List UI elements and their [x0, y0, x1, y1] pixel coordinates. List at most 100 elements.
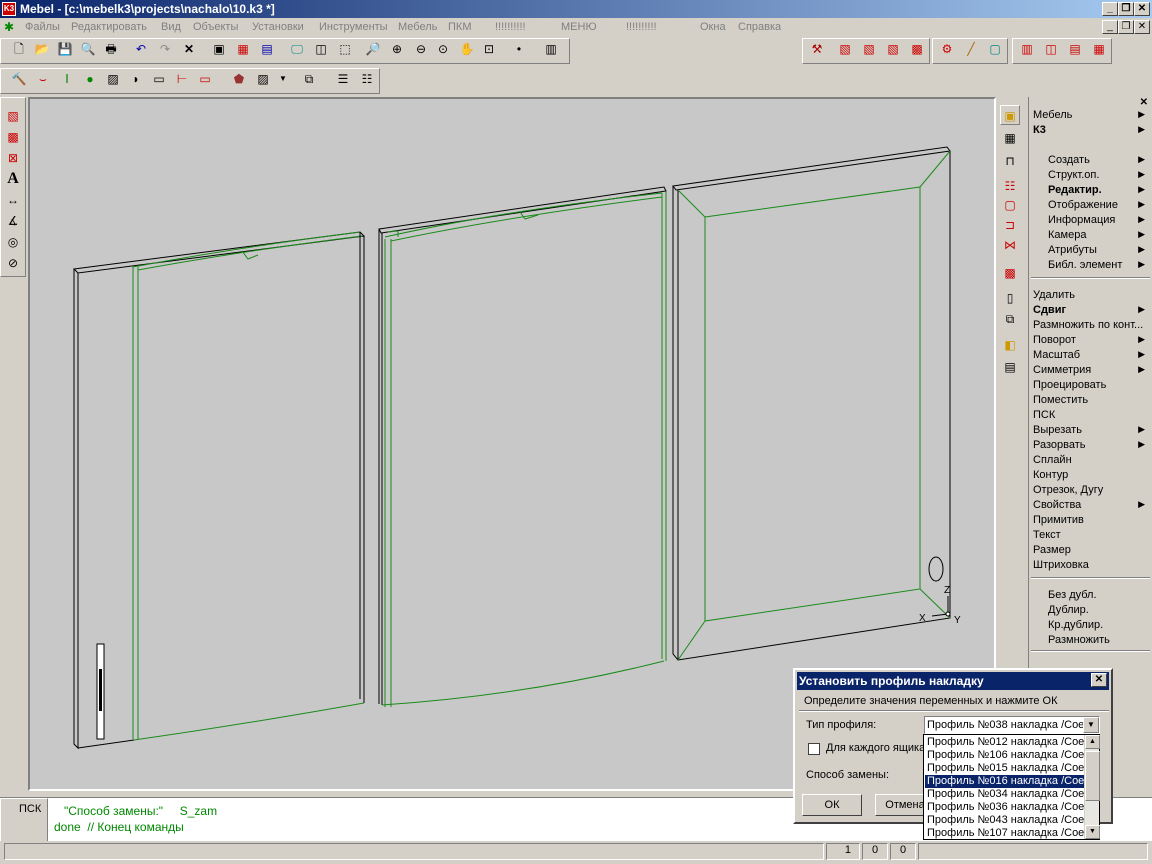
monitor-icon[interactable]: 🖵 — [287, 39, 307, 59]
dropdown-option[interactable]: Профиль №036 накладка /Сое — [925, 801, 1085, 814]
dropdown-arrow-icon[interactable]: ▼ — [1083, 717, 1099, 733]
panel-close-icon[interactable]: ✕ — [1140, 97, 1148, 108]
panel-item[interactable]: Проецировать — [1033, 379, 1149, 391]
linear-dimension-icon[interactable]: ↔ — [3, 190, 23, 210]
redo-icon[interactable]: ↷ — [155, 39, 175, 59]
panel-item[interactable]: Вырезать ▶ — [1033, 424, 1149, 436]
scroll-down-icon[interactable]: ▼ — [1085, 825, 1100, 839]
snap-icon-5[interactable]: ▢ — [1000, 195, 1020, 215]
ruler-icon[interactable]: ╱ — [961, 39, 981, 59]
zoom-window-icon[interactable]: 🔎 — [363, 39, 383, 59]
menu-help[interactable]: Справка — [738, 21, 781, 33]
radius-dimension-icon[interactable]: ◎ — [3, 232, 23, 252]
snap-icon-11[interactable]: ◧ — [1000, 335, 1020, 355]
panel-item[interactable]: Информация ▶ — [1048, 214, 1149, 226]
zoom-previous-icon[interactable]: ⊡ — [479, 39, 499, 59]
panel-edit-icon[interactable]: ▧ — [835, 39, 855, 59]
menu-files[interactable]: Файлы — [25, 21, 60, 33]
column-icon[interactable]: Ⅰ — [57, 69, 77, 89]
menu-excl-2[interactable]: !!!!!!!!!! — [626, 21, 657, 33]
menu-pkm[interactable]: ПКМ — [448, 21, 471, 33]
zoom-out-icon[interactable]: ⊖ — [411, 39, 431, 59]
menu-menu[interactable]: МЕНЮ — [561, 21, 597, 33]
menu-view[interactable]: Вид — [161, 21, 181, 33]
cabinet-icon-3[interactable]: ▤ — [1065, 39, 1085, 59]
dropdown-option[interactable]: Профиль №043 накладка /Сое — [925, 814, 1085, 827]
box-view-icon[interactable]: ◫ — [311, 39, 331, 59]
panel-item[interactable]: Создать ▶ — [1048, 154, 1149, 166]
cube-icon[interactable]: ⬚ — [335, 39, 355, 59]
minimize-button[interactable]: _ — [1102, 2, 1118, 16]
hatch-box-icon[interactable]: ▨ — [103, 69, 123, 89]
menu-furniture[interactable]: Мебель — [398, 21, 437, 33]
menu-excl-1[interactable]: !!!!!!!!!! — [495, 21, 526, 33]
insert-frame-icon[interactable]: ▩ — [3, 127, 23, 147]
panel-item[interactable]: Редактир. ▶ — [1048, 184, 1149, 196]
doc-restore-button[interactable]: ❐ — [1118, 20, 1134, 34]
zoom-all-icon[interactable]: ⊙ — [433, 39, 453, 59]
save-icon[interactable]: 💾 — [55, 39, 75, 59]
snap-icon-6[interactable]: ⊐ — [1000, 215, 1020, 235]
profile-rounded-icon[interactable]: ▭ — [149, 69, 169, 89]
edge-band-icon[interactable]: ▭ — [195, 69, 215, 89]
print-preview-icon[interactable]: 🔍 — [78, 39, 98, 59]
panel-item[interactable]: Отрезок, Дугу — [1033, 484, 1149, 496]
cabinet-icon-2[interactable]: ◫ — [1041, 39, 1061, 59]
point-icon[interactable]: • — [509, 39, 529, 59]
texture-dropdown-arrow[interactable]: ▼ — [273, 69, 293, 89]
panel-item[interactable]: Штриховка — [1033, 559, 1149, 571]
panel-item[interactable]: Поместить — [1033, 394, 1149, 406]
panel-move-icon[interactable]: ▧ — [883, 39, 903, 59]
snap-icon-10[interactable]: ⧉ — [1000, 309, 1020, 329]
snap-icon-12[interactable]: ▤ — [1000, 357, 1020, 377]
menu-objects[interactable]: Объекты — [193, 21, 238, 33]
panel-item[interactable]: Масштаб ▶ — [1033, 349, 1149, 361]
snap-icon-2[interactable]: ▦ — [1000, 128, 1020, 148]
texture-icon[interactable]: ▨ — [253, 69, 273, 89]
insert-grid-icon[interactable]: ⊠ — [3, 148, 23, 168]
menu-settings[interactable]: Установки — [252, 21, 304, 33]
open-folder-icon[interactable]: 📂 — [32, 39, 52, 59]
profile-type-select[interactable]: Профиль №038 накладка /Сое ▼ — [924, 716, 1100, 734]
panel-item[interactable]: Размножить — [1048, 634, 1149, 646]
dropdown-option[interactable]: Профиль №107 накладка /Сое — [925, 827, 1085, 840]
panel-settings-icon[interactable]: ▩ — [907, 39, 927, 59]
app-menu-icon[interactable]: ✱ — [4, 20, 14, 34]
door-1[interactable] — [72, 231, 366, 750]
dropdown-option[interactable]: Профиль №012 накладка /Сое — [925, 736, 1085, 749]
scroll-up-icon[interactable]: ▲ — [1085, 735, 1100, 749]
panel-item[interactable]: Симметрия ▶ — [1033, 364, 1149, 376]
panel-item[interactable]: Библ. элемент ▶ — [1048, 259, 1149, 271]
hammer-icon[interactable]: 🔨 — [9, 69, 29, 89]
furniture-tools-icon[interactable]: ⚒ — [807, 39, 827, 59]
dimension-icon[interactable]: ⊢ — [172, 69, 192, 89]
panel-item[interactable]: Камера ▶ — [1048, 229, 1149, 241]
panel-item[interactable]: ПСК — [1033, 409, 1149, 421]
door-2[interactable] — [378, 186, 667, 707]
panel-item[interactable]: Без дубл. — [1048, 589, 1149, 601]
dropdown-option[interactable]: Профиль №034 накладка /Сое — [925, 788, 1085, 801]
shelf-icon[interactable]: ☰ — [333, 69, 353, 89]
panel-item[interactable]: Разорвать ▶ — [1033, 439, 1149, 451]
panel-item[interactable]: Свойства ▶ — [1033, 499, 1149, 511]
menu-tools[interactable]: Инструменты — [319, 21, 388, 33]
snap-icon-4[interactable]: ☷ — [1000, 176, 1020, 196]
zoom-in-icon[interactable]: ⊕ — [387, 39, 407, 59]
properties-icon[interactable]: ▥ — [541, 39, 561, 59]
facade-icon[interactable]: ⬟ — [229, 69, 249, 89]
ok-button[interactable]: ОК — [802, 794, 862, 816]
snap-icon-9[interactable]: ▯ — [1000, 288, 1020, 308]
text-icon[interactable]: A — [3, 169, 23, 189]
pan-hand-icon[interactable]: ✋ — [457, 39, 477, 59]
panel-item[interactable]: Сплайн — [1033, 454, 1149, 466]
panel-item[interactable]: Отображение ▶ — [1048, 199, 1149, 211]
scroll-thumb[interactable] — [1085, 751, 1100, 801]
delete-icon[interactable]: ✕ — [179, 39, 199, 59]
panel-item[interactable]: Поворот ▶ — [1033, 334, 1149, 346]
new-file-icon[interactable]: 🗋 — [9, 39, 29, 59]
panel-item[interactable]: Мебель ▶ — [1033, 109, 1149, 121]
snap-icon-8[interactable]: ▩ — [1000, 263, 1020, 283]
layers-icon[interactable]: ▦ — [233, 39, 253, 59]
insert-panel-icon[interactable]: ▧ — [3, 106, 23, 126]
doc-close-button[interactable]: ✕ — [1134, 20, 1150, 34]
